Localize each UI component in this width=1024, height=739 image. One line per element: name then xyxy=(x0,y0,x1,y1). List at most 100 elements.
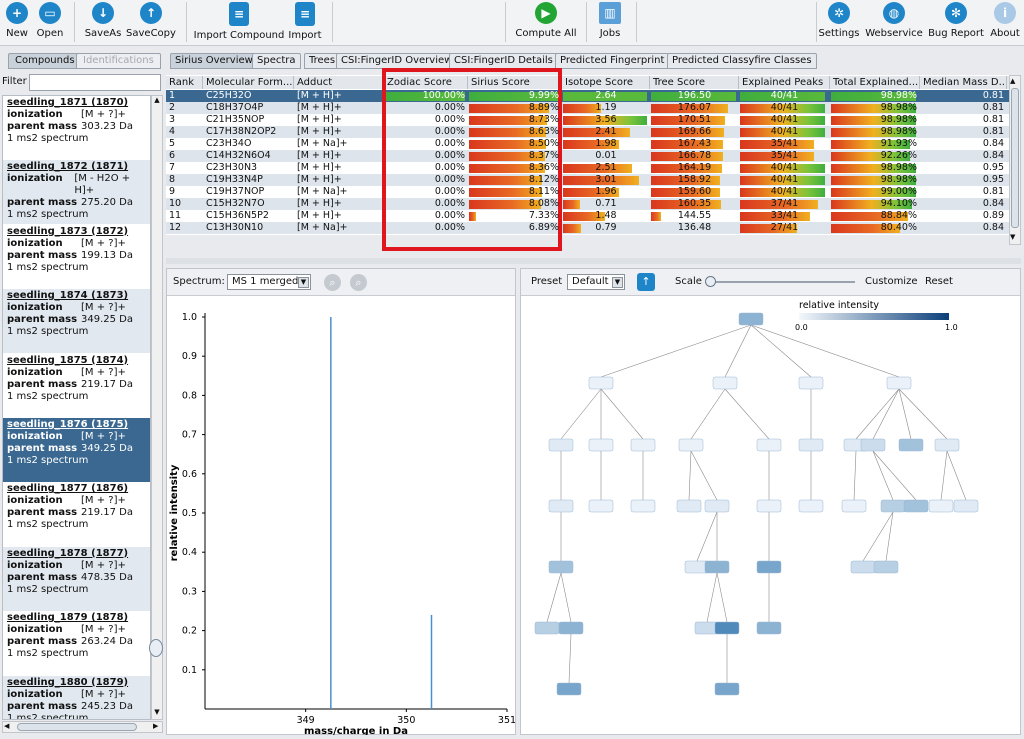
tree-node[interactable] xyxy=(798,438,824,452)
compound-list-item[interactable]: seedling_1878 (1877) ionization [M + ?]+ … xyxy=(3,546,150,611)
export-tree-icon[interactable]: ↑ xyxy=(637,273,655,291)
tree-node[interactable] xyxy=(756,499,782,513)
tab-identifications[interactable]: Identifications xyxy=(76,53,161,69)
tree-node[interactable] xyxy=(630,499,656,513)
scroll-right-arrow[interactable]: ▶ xyxy=(153,722,158,730)
compute-all-button[interactable]: ▶ Compute All xyxy=(514,2,578,44)
compound-list[interactable]: seedling_1871 (1870) ionization [M + ?]+ … xyxy=(2,95,151,720)
scroll-down-arrow[interactable]: ▼ xyxy=(152,708,162,718)
compound-list-item[interactable]: seedling_1874 (1873) ionization [M + ?]+ … xyxy=(3,289,150,354)
tree-node[interactable] xyxy=(756,438,782,452)
jobs-button[interactable]: ▥ Jobs xyxy=(596,2,624,44)
tree-node[interactable] xyxy=(873,560,899,574)
table-row[interactable]: 11 C15H36N5P2 [M + H]+ 0.00% 7.33% 1.48 144.55… xyxy=(166,210,1009,222)
settings-button[interactable]: ✲ Settings xyxy=(818,2,860,44)
tree-node[interactable] xyxy=(548,560,574,574)
spectrum-chart[interactable]: 0.10.20.30.40.50.60.70.80.91.0349 350 351 … xyxy=(167,297,515,735)
scroll-up-arrow[interactable]: ▲ xyxy=(1010,77,1015,85)
scroll-up-arrow[interactable]: ▲ xyxy=(152,96,162,106)
compound-list-item[interactable]: seedling_1871 (1870) ionization [M + ?]+ … xyxy=(3,96,150,160)
scroll-thumb[interactable] xyxy=(149,639,163,657)
tree-node[interactable] xyxy=(903,499,929,513)
column-header[interactable]: Tree Score xyxy=(650,76,739,89)
formula-results-table[interactable]: Rank Molecular Form... Adduct Zodiac Score S… xyxy=(166,75,1009,235)
compound-list-hscrollbar[interactable]: ◀ ▶ xyxy=(2,721,163,733)
tree-node[interactable] xyxy=(548,438,574,452)
table-scroll-thumb[interactable] xyxy=(1011,88,1019,228)
tree-node[interactable] xyxy=(712,376,738,390)
tree-node[interactable] xyxy=(588,499,614,513)
tree-node[interactable] xyxy=(704,499,730,513)
tree-node[interactable] xyxy=(548,499,574,513)
compound-list-scrollbar[interactable]: ▲ ▼ xyxy=(149,95,163,720)
split-divider[interactable] xyxy=(166,258,1021,264)
tab-spectra[interactable]: Spectra xyxy=(252,53,301,69)
fragmentation-tree[interactable]: relative intensity 0.0 1.0 xyxy=(521,297,1020,735)
tree-node[interactable] xyxy=(953,499,979,513)
new-button[interactable]: + New xyxy=(4,2,30,44)
table-row[interactable]: 10 C15H32N7O [M + H]+ 0.00% 8.08% 0.71 160.35 3… xyxy=(166,198,1009,210)
scroll-left-arrow[interactable]: ◀ xyxy=(4,722,9,730)
table-row[interactable]: 3 C21H35NOP [M + H]+ 0.00% 8.73% 3.56 170.51 40… xyxy=(166,114,1009,126)
open-button[interactable]: ▭ Open xyxy=(36,2,64,44)
bug-report-button[interactable]: ✻ Bug Report xyxy=(928,2,984,44)
tree-node[interactable] xyxy=(676,499,702,513)
column-header[interactable]: Molecular Form... xyxy=(203,76,294,89)
tree-node[interactable] xyxy=(534,621,560,635)
table-row[interactable]: 7 C23H30N3 [M + H]+ 0.00% 8.36% 2.51 164.19 40/… xyxy=(166,162,1009,174)
tab-trees[interactable]: Trees xyxy=(304,53,341,69)
tree-node[interactable] xyxy=(756,560,782,574)
savecopy-button[interactable]: ↑ SaveCopy xyxy=(126,2,176,44)
tree-node[interactable] xyxy=(738,312,764,326)
compound-list-item[interactable]: seedling_1875 (1874) ionization [M + ?]+ … xyxy=(3,353,150,418)
tree-node[interactable] xyxy=(678,438,704,452)
tree-node[interactable] xyxy=(588,376,614,390)
compound-list-item[interactable]: seedling_1873 (1872) ionization [M + ?]+ … xyxy=(3,224,150,289)
tree-node[interactable] xyxy=(704,560,730,574)
tree-node[interactable] xyxy=(850,560,876,574)
tree-node[interactable] xyxy=(714,682,740,696)
compound-list-item[interactable]: seedling_1879 (1878) ionization [M + ?]+ … xyxy=(3,611,150,676)
table-row[interactable]: 9 C19H37NOP [M + Na]+ 0.00% 8.11% 1.96 159.60 4… xyxy=(166,186,1009,198)
tree-node[interactable] xyxy=(898,438,924,452)
webservice-button[interactable]: ◍ Webservice xyxy=(865,2,923,44)
tree-node[interactable] xyxy=(556,682,582,696)
tree-node[interactable] xyxy=(558,621,584,635)
customize-button[interactable]: Customize xyxy=(865,276,918,287)
tab-csi-fingerid-details[interactable]: CSI:FingerID Details xyxy=(449,53,558,69)
column-header[interactable]: Isotope Score xyxy=(562,76,650,89)
import-compound-button[interactable]: ≡ Import Compound xyxy=(194,2,284,44)
tree-node[interactable] xyxy=(860,438,886,452)
zoom-in-icon[interactable]: ⌕ xyxy=(324,274,341,291)
tree-node[interactable] xyxy=(841,499,867,513)
table-scrollbar[interactable]: ▲ ▼ xyxy=(1009,75,1021,245)
zoom-out-icon[interactable]: ⌕ xyxy=(350,274,367,291)
column-header[interactable]: Median Mass D... xyxy=(920,76,1007,89)
table-row[interactable]: 2 C18H37O4P [M + H]+ 0.00% 8.89% 1.19 176.07 40… xyxy=(166,102,1009,114)
compound-list-item[interactable]: seedling_1880 (1879) ionization [M + ?]+ … xyxy=(3,675,150,719)
tree-node[interactable] xyxy=(928,499,954,513)
column-header[interactable]: Total Explained... xyxy=(830,76,920,89)
hscroll-thumb[interactable] xyxy=(17,723,137,731)
scale-slider-thumb[interactable] xyxy=(705,276,716,287)
compound-list-item[interactable]: seedling_1877 (1876) ionization [M + ?]+ … xyxy=(3,482,150,547)
column-header[interactable]: Adduct xyxy=(294,76,384,89)
spectrum-select[interactable]: MS 1 merged ▼ xyxy=(227,274,311,290)
tree-node[interactable] xyxy=(886,376,912,390)
tree-node[interactable] xyxy=(714,621,740,635)
table-row[interactable]: 1 C25H32O [M + H]+ 100.00% 9.99% 2.64 196.50 40… xyxy=(166,90,1009,102)
tree-node[interactable] xyxy=(798,499,824,513)
table-row[interactable]: 4 C17H38N2OP2 [M + H]+ 0.00% 8.63% 2.41 169.66… xyxy=(166,126,1009,138)
preset-select[interactable]: Default ▼ xyxy=(567,274,625,290)
import-button[interactable]: ≡ Import xyxy=(288,2,322,44)
table-row[interactable]: 8 C19H33N4P [M + H]+ 0.00% 8.12% 3.01 158.92 40… xyxy=(166,174,1009,186)
tree-node[interactable] xyxy=(798,376,824,390)
table-row[interactable]: 5 C23H34O [M + Na]+ 0.00% 8.50% 1.98 167.43 35/… xyxy=(166,138,1009,150)
tab-predicted-classyfire-classes[interactable]: Predicted Classyfire Classes xyxy=(667,53,817,69)
tab-sirius-overview[interactable]: Sirius Overview xyxy=(170,53,258,69)
column-header[interactable]: Rank xyxy=(166,76,203,89)
tab-csi-fingerid-overview[interactable]: CSI:FingerID Overview xyxy=(336,53,458,69)
table-row[interactable]: 12 C13H30N10 [M + Na]+ 0.00% 6.89% 0.79 136.48… xyxy=(166,222,1009,234)
filter-input[interactable] xyxy=(29,74,161,91)
tree-node[interactable] xyxy=(630,438,656,452)
